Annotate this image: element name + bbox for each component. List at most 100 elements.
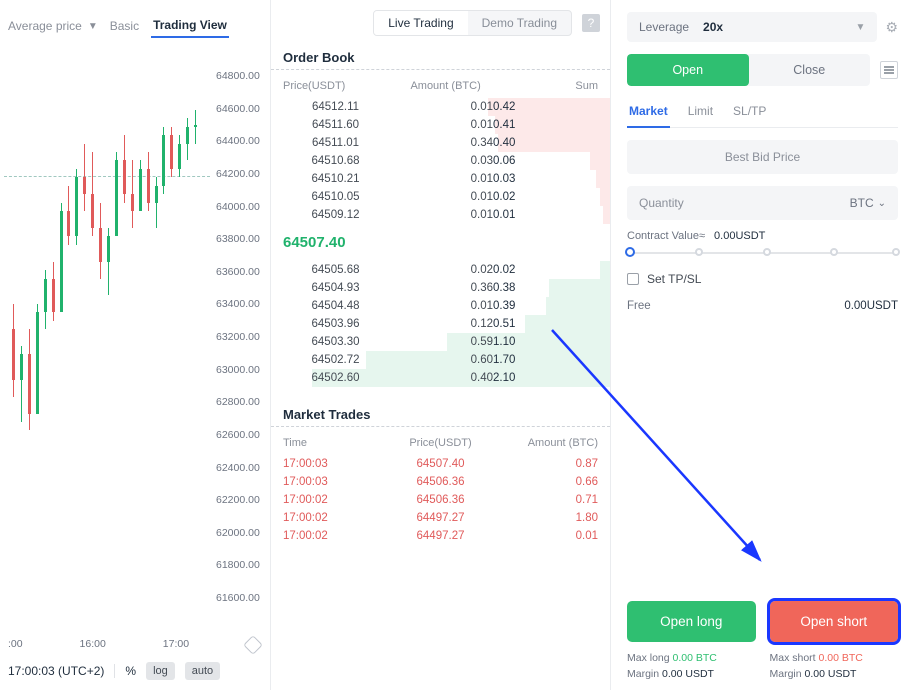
max-short-value: 0.00 BTC [819, 652, 863, 664]
orderbook-row[interactable]: 64503.300.591.10 [271, 333, 610, 351]
col-price: Price(USDT) [388, 437, 493, 449]
chevron-down-icon[interactable]: ⌄ [878, 198, 886, 209]
x-tick: 17:00 [163, 638, 189, 652]
slider-handle[interactable] [625, 247, 635, 257]
y-tick: 64600.00 [216, 103, 270, 115]
candle [178, 135, 181, 177]
quantity-unit: BTC [850, 196, 874, 210]
y-tick: 64400.00 [216, 135, 270, 147]
footer-log-toggle[interactable]: log [146, 662, 175, 680]
orderbook-row[interactable]: 64510.680.030.06 [271, 152, 610, 170]
price-chart[interactable]: 64507.40 01:00 [4, 52, 210, 634]
orderbook-row[interactable]: 64510.210.010.03 [271, 170, 610, 188]
candle [12, 304, 15, 397]
order-type-tabs: Market Limit SL/TP [627, 100, 898, 128]
trade-row: 17:00:0264497.270.01 [271, 527, 610, 545]
contract-value-label: Contract Value≈ [627, 230, 705, 242]
slider-stop[interactable] [695, 248, 703, 256]
layout-icon[interactable] [880, 61, 898, 79]
tab-limit[interactable]: Limit [686, 100, 715, 127]
orderbook-row[interactable]: 64503.960.120.51 [271, 315, 610, 333]
candle [36, 304, 39, 414]
leverage-label: Leverage [639, 20, 689, 34]
y-tick: 64200.00 [216, 168, 270, 180]
tpsl-checkbox-row[interactable]: Set TP/SL [627, 272, 898, 286]
y-tick: 63000.00 [216, 364, 270, 376]
mode-tabs: Live Trading Demo Trading [373, 10, 572, 36]
tab-live-trading[interactable]: Live Trading [374, 11, 467, 35]
footer-percent[interactable]: % [125, 664, 136, 678]
col-price: Price(USDT) [283, 80, 395, 92]
candle [162, 127, 165, 195]
market-trades-title: Market Trades [271, 401, 610, 427]
candle [170, 127, 173, 178]
margin-short-value: 0.00 USDT [805, 668, 857, 680]
orderbook-row[interactable]: 64502.600.402.10 [271, 369, 610, 387]
col-time: Time [283, 437, 388, 449]
chart-settings-icon[interactable] [243, 635, 263, 655]
tab-basic[interactable]: Basic [108, 15, 141, 37]
orderbook-title: Order Book [271, 44, 610, 70]
candle [52, 262, 55, 321]
trade-row: 17:00:0264506.360.71 [271, 491, 610, 509]
slider-stop[interactable] [830, 248, 838, 256]
max-short-label: Max short [770, 652, 816, 664]
help-icon[interactable]: ? [582, 14, 600, 32]
tab-demo-trading[interactable]: Demo Trading [468, 11, 571, 35]
candle [20, 346, 23, 422]
tab-market[interactable]: Market [627, 100, 670, 128]
quantity-label: Quantity [639, 196, 684, 210]
candle [91, 152, 94, 236]
trade-row: 17:00:0264497.271.80 [271, 509, 610, 527]
candle [115, 152, 118, 236]
y-tick: 61800.00 [216, 559, 270, 571]
trade-row: 17:00:0364506.360.66 [271, 473, 610, 491]
quantity-slider[interactable] [627, 252, 898, 254]
trade-row: 17:00:0364507.400.87 [271, 455, 610, 473]
free-balance-row: Free 0.00USDT [627, 300, 898, 312]
tab-close[interactable]: Close [749, 54, 871, 86]
orderbook-row[interactable]: 64509.120.010.01 [271, 206, 610, 224]
chart-view-selector[interactable]: Average price [8, 19, 82, 33]
tab-sltp[interactable]: SL/TP [731, 100, 768, 127]
candle [67, 186, 70, 245]
y-tick: 62400.00 [216, 462, 270, 474]
y-tick: 64000.00 [216, 201, 270, 213]
quantity-input[interactable]: Quantity BTC ⌄ [627, 186, 898, 220]
best-bid-button[interactable]: Best Bid Price [627, 140, 898, 174]
col-amount: Amount (BTC) [493, 437, 598, 449]
gear-icon[interactable]: ⚙ [885, 19, 898, 36]
footer-time: 17:00:03 (UTC+2) [8, 664, 104, 678]
x-tick: :00 [8, 638, 23, 652]
y-tick: 63400.00 [216, 298, 270, 310]
orderbook-row[interactable]: 64511.600.010.41 [271, 116, 610, 134]
candle [75, 169, 78, 245]
orderbook-row[interactable]: 64505.680.020.02 [271, 261, 610, 279]
slider-stop[interactable] [892, 248, 900, 256]
orderbook-row[interactable]: 64512.110.010.42 [271, 98, 610, 116]
orderbook-row[interactable]: 64504.930.360.38 [271, 279, 610, 297]
candle [123, 135, 126, 203]
orderbook-row[interactable]: 64510.050.010.02 [271, 188, 610, 206]
max-long-label: Max long [627, 652, 670, 664]
chart-x-axis: :00 16:00 17:00 [4, 634, 270, 654]
tab-tradingview[interactable]: Trading View [151, 14, 229, 38]
tpsl-label: Set TP/SL [647, 272, 701, 286]
footer-auto-toggle[interactable]: auto [185, 662, 220, 680]
candle [99, 203, 102, 279]
open-short-button[interactable]: Open short [770, 601, 899, 642]
leverage-selector[interactable]: Leverage 20x ▼ [627, 12, 877, 42]
margin-long-value: 0.00 USDT [662, 668, 714, 680]
checkbox-icon[interactable] [627, 273, 639, 285]
open-long-button[interactable]: Open long [627, 601, 756, 642]
orderbook-row[interactable]: 64502.720.601.70 [271, 351, 610, 369]
tab-open[interactable]: Open [627, 54, 749, 86]
slider-stop[interactable] [763, 248, 771, 256]
orderbook-row[interactable]: 64511.010.340.40 [271, 134, 610, 152]
col-sum: Sum [496, 80, 598, 92]
best-bid-label: Best Bid Price [725, 150, 800, 164]
orderbook-row[interactable]: 64504.480.010.39 [271, 297, 610, 315]
col-amount: Amount (BTC) [395, 80, 497, 92]
candle [139, 160, 142, 211]
candle [186, 118, 189, 160]
